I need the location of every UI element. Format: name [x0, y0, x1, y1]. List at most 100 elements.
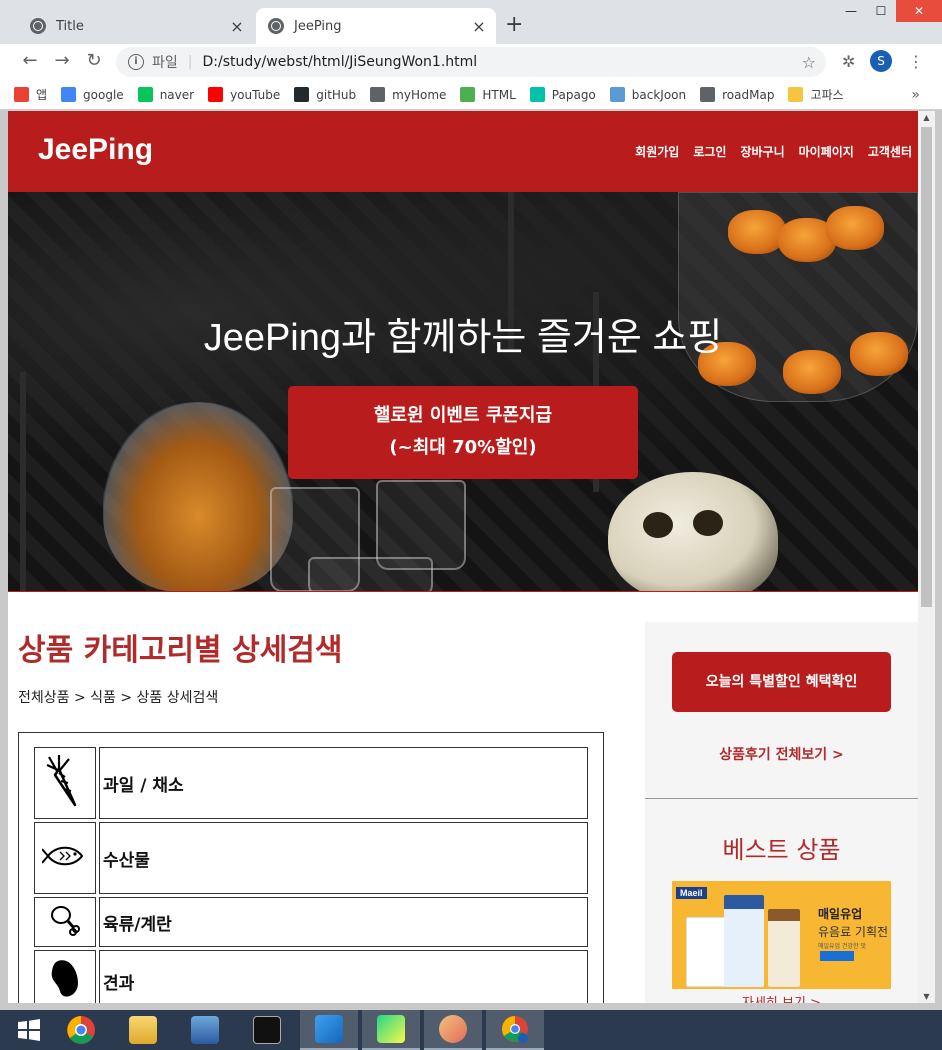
nav-support[interactable]: 고객센터 [868, 143, 912, 160]
menu-dots-icon[interactable]: ⋮ [908, 52, 924, 71]
fish-icon [41, 846, 84, 866]
bookmark-star-icon[interactable]: ☆ [802, 53, 816, 72]
category-row[interactable]: 수산물 [34, 822, 588, 894]
file-explorer-icon[interactable] [114, 1010, 172, 1050]
bookmark-label: myHome [392, 87, 447, 102]
browser-titlebar: Title × JeePing × + — ☐ ✕ [0, 0, 942, 44]
banner-brand-name: 매일유업 [818, 907, 863, 921]
pycharm-icon[interactable] [362, 1010, 420, 1050]
pumpkin-decoration [728, 210, 786, 254]
terminal-icon[interactable] [238, 1010, 296, 1050]
bookmark-item[interactable]: Papago [529, 87, 596, 102]
coupon-button-line2: (~최대 70%할인) [389, 437, 537, 458]
page-scrollbar[interactable]: ▲ ▼ [918, 111, 935, 1003]
hero-banner: JeePing과 함께하는 즐거운 쇼핑 핼로윈 이벤트 쿠폰지급 (~최대 7… [8, 192, 918, 592]
nav-signup[interactable]: 회원가입 [635, 143, 679, 160]
tab-close-icon[interactable]: × [226, 17, 248, 36]
paint-icon[interactable] [424, 1010, 482, 1050]
bookmark-item[interactable]: HTML [460, 87, 516, 102]
site-header: JeePing 회원가입 로그인 장바구니 마이페이지 고객센터 [8, 111, 918, 192]
category-icon-cell [34, 950, 96, 1003]
almond-breeze-image [724, 895, 764, 987]
naver-icon [137, 87, 153, 102]
bookmarks-more-icon[interactable]: » [911, 87, 920, 103]
carrot-icon [46, 755, 77, 807]
bookmark-item[interactable]: 고파스 [788, 86, 844, 103]
sidebar: 오늘의 특별할인 혜택확인 상품후기 전체보기 > 베스트 상품 Maeil 매… [645, 622, 918, 1003]
bookmark-item[interactable]: gitHub [294, 87, 356, 102]
maximize-button[interactable]: ☐ [866, 0, 896, 22]
address-separator: | [187, 54, 193, 70]
nav-cart[interactable]: 장바구니 [740, 143, 784, 160]
tab-title[interactable]: Title × [18, 8, 254, 44]
category-label: 견과 [99, 950, 588, 1003]
windows-start-icon[interactable] [0, 1010, 58, 1050]
scrollbar-thumb[interactable] [921, 127, 932, 607]
window-controls: — ☐ ✕ [836, 0, 942, 22]
category-label: 과일 / 채소 [99, 747, 588, 819]
site-logo[interactable]: JeePing [38, 133, 153, 167]
bookmark-label: 앱 [36, 88, 48, 102]
vscode-icon[interactable] [300, 1010, 358, 1050]
remote-desktop-icon[interactable] [176, 1010, 234, 1050]
scroll-down-icon[interactable]: ▼ [918, 992, 935, 1001]
bookmark-label: HTML [482, 87, 516, 102]
bean-icon [51, 960, 78, 997]
globe-icon [700, 87, 716, 102]
top-nav: 회원가입 로그인 장바구니 마이페이지 고객센터 [621, 143, 912, 160]
bookmark-label: google [83, 87, 124, 102]
category-row[interactable]: 육류/계란 [34, 897, 588, 947]
chrome-profile-icon[interactable] [486, 1010, 544, 1050]
address-url[interactable]: D:/study/webst/html/JiSeungWon1.html [202, 54, 477, 70]
punch-bowl-decoration [103, 402, 293, 591]
minimize-button[interactable]: — [836, 0, 866, 22]
category-table: 과일 / 채소 수산물 육류/계란 견과 [31, 744, 591, 1003]
nav-mypage[interactable]: 마이페이지 [799, 143, 854, 160]
category-row[interactable]: 견과 [34, 950, 588, 1003]
profile-avatar[interactable]: S [870, 50, 892, 72]
nav-login[interactable]: 로그인 [693, 143, 726, 160]
bookmark-item[interactable]: google [61, 87, 124, 102]
pumpkin-decoration [826, 206, 884, 250]
bookmark-item[interactable]: myHome [370, 87, 446, 102]
bookmark-label: gitHub [316, 87, 357, 102]
bookmark-item[interactable]: naver [137, 87, 194, 102]
candle-decoration [20, 372, 26, 591]
category-label: 수산물 [99, 822, 588, 894]
best-product-banner[interactable]: Maeil 매일유업 유음료 기획전 매일유업 건강한 맛 [672, 881, 891, 989]
bookmark-label: roadMap [722, 87, 775, 102]
reviews-link[interactable]: 상품후기 전체보기 > [645, 744, 918, 764]
forward-arrow-icon[interactable]: → [50, 50, 74, 71]
bookmark-item[interactable]: roadMap [700, 87, 774, 102]
banner-promo-text: 유음료 기획전 [818, 925, 889, 939]
banner-shortcut-button[interactable] [820, 951, 854, 961]
youtube-icon [208, 87, 224, 102]
special-discount-button[interactable]: 오늘의 특별할인 혜택확인 [672, 652, 891, 712]
address-scheme: 파일 [152, 55, 178, 71]
best-products-title: 베스트 상품 [722, 836, 841, 864]
category-row[interactable]: 과일 / 채소 [34, 747, 588, 819]
new-tab-button[interactable]: + [505, 12, 523, 37]
chrome-icon[interactable] [52, 1010, 110, 1050]
windows-taskbar [0, 1010, 942, 1050]
extensions-icon[interactable]: ✲ [842, 52, 855, 71]
info-icon[interactable]: i [128, 54, 144, 70]
reload-icon[interactable]: ↻ [82, 50, 106, 71]
tab-close-icon[interactable]: × [468, 17, 490, 36]
bookmark-item[interactable]: 앱 [14, 86, 47, 103]
category-icon-cell [34, 897, 96, 947]
bookmark-label: Papago [551, 87, 596, 102]
detail-link[interactable]: 자세히 보기 > [645, 992, 918, 1003]
halloween-coupon-button[interactable]: 핼로윈 이벤트 쿠폰지급 (~최대 70%할인) [288, 386, 638, 479]
address-bar[interactable]: i 파일 | D:/study/webst/html/JiSeungWon1.h… [116, 47, 826, 77]
back-arrow-icon[interactable]: ← [18, 50, 42, 71]
bookmark-item[interactable]: youTube [208, 87, 280, 102]
bookmark-label: backJoon [631, 87, 687, 102]
bookmark-item[interactable]: backJoon [609, 87, 687, 102]
scroll-up-icon[interactable]: ▲ [918, 113, 935, 122]
skull-decoration [608, 472, 778, 591]
close-window-button[interactable]: ✕ [896, 0, 942, 22]
glass-decoration [308, 557, 433, 591]
category-label: 육류/계란 [99, 897, 588, 947]
tab-jeeping[interactable]: JeePing × [256, 8, 496, 44]
